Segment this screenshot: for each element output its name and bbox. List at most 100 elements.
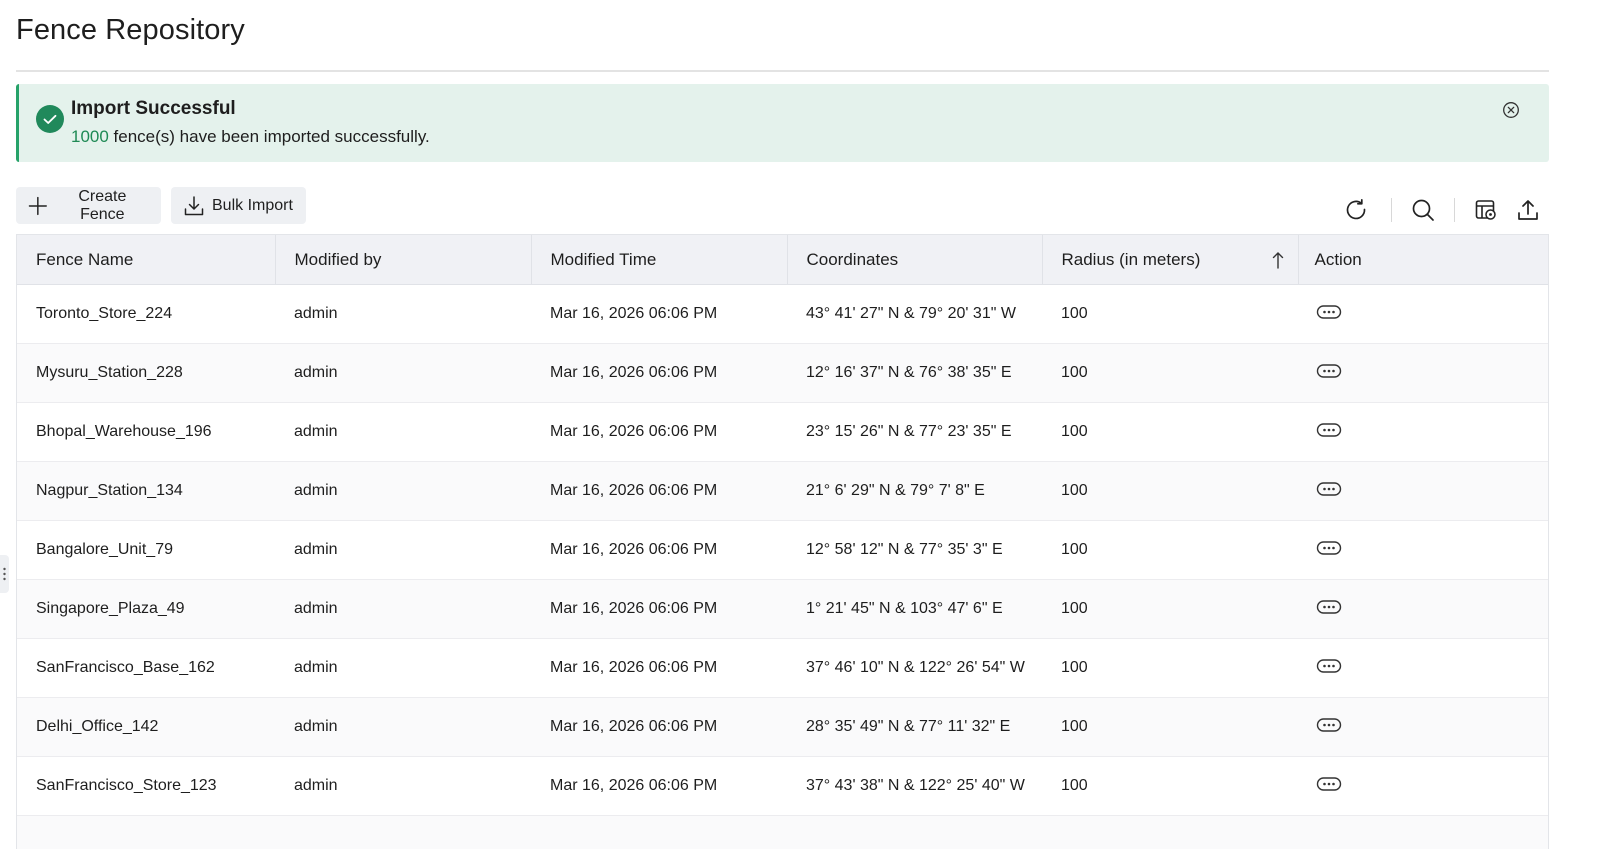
banner-message-text: fence(s) have been imported successfully…: [108, 127, 430, 146]
export-icon[interactable]: [1515, 197, 1541, 223]
action-cell: [1298, 756, 1548, 816]
fence-name-cell: Bhopal_Warehouse_196: [17, 402, 275, 462]
radius-cell: 100: [1042, 638, 1298, 698]
action-cell: [1298, 343, 1548, 403]
modified-by-cell: admin: [275, 461, 531, 521]
drag-handle-icon: [3, 567, 6, 581]
coordinates-cell: [787, 815, 1042, 849]
toolbar-divider: [1391, 198, 1392, 222]
sidebar-toggle-handle[interactable]: [0, 555, 9, 593]
table-row[interactable]: Bhopal_Warehouse_196 admin Mar 16, 2026 06…: [17, 402, 1548, 462]
modified-time-cell: Mar 16, 2026 06:06 PM: [531, 579, 787, 639]
action-cell: [1298, 284, 1548, 344]
more-options-icon[interactable]: [1316, 658, 1342, 674]
action-cell: [1298, 815, 1548, 849]
modified-time-cell: Mar 16, 2026 06:06 PM: [531, 520, 787, 580]
radius-cell: 100: [1042, 520, 1298, 580]
modified-by-cell: admin: [275, 343, 531, 403]
modified-by-cell: admin: [275, 697, 531, 757]
fence-name-cell: Mysuru_Station_228: [17, 343, 275, 403]
import-count: 1000: [71, 127, 109, 146]
radius-cell: 100: [1042, 461, 1298, 521]
bulk-import-button[interactable]: Bulk Import: [171, 187, 306, 224]
table-row[interactable]: Delhi_Office_142 admin Mar 16, 2026 06:06 …: [17, 697, 1548, 757]
table-row[interactable]: SanFrancisco_Store_123 admin Mar 16, 2026 …: [17, 756, 1548, 816]
page-title: Fence Repository: [16, 14, 245, 46]
more-options-icon[interactable]: [1316, 599, 1342, 615]
modified-by-cell: [275, 815, 531, 849]
bulk-import-label: Bulk Import: [212, 196, 293, 214]
modified-time-cell: Mar 16, 2026 06:06 PM: [531, 697, 787, 757]
search-icon[interactable]: [1410, 197, 1436, 223]
table-row[interactable]: [17, 815, 1548, 849]
fence-name-cell: [17, 815, 275, 849]
fence-name-cell: Nagpur_Station_134: [17, 461, 275, 521]
modified-by-cell: admin: [275, 284, 531, 344]
column-header-radius[interactable]: Radius (in meters): [1042, 235, 1299, 285]
coordinates-cell: 12° 16' 37" N & 76° 38' 35" E: [787, 343, 1042, 403]
radius-cell: 100: [1042, 697, 1298, 757]
modified-time-cell: [531, 815, 787, 849]
modified-time-cell: Mar 16, 2026 06:06 PM: [531, 756, 787, 816]
more-options-icon[interactable]: [1316, 717, 1342, 733]
column-header-modified-by[interactable]: Modified by: [275, 235, 532, 285]
action-cell: [1298, 402, 1548, 462]
more-options-icon[interactable]: [1316, 776, 1342, 792]
coordinates-cell: 21° 6' 29" N & 79° 7' 8" E: [787, 461, 1042, 521]
radius-cell: 100: [1042, 284, 1298, 344]
create-fence-button[interactable]: Create Fence: [16, 187, 161, 224]
table-row[interactable]: SanFrancisco_Base_162 admin Mar 16, 2026 0…: [17, 638, 1548, 698]
modified-by-cell: admin: [275, 402, 531, 462]
action-cell: [1298, 638, 1548, 698]
radius-cell: 100: [1042, 756, 1298, 816]
more-options-icon[interactable]: [1316, 481, 1342, 497]
action-cell: [1298, 520, 1548, 580]
table-row[interactable]: Mysuru_Station_228 admin Mar 16, 2026 06:0…: [17, 343, 1548, 403]
coordinates-cell: 12° 58' 12" N & 77° 35' 3" E: [787, 520, 1042, 580]
modified-time-cell: Mar 16, 2026 06:06 PM: [531, 461, 787, 521]
modified-by-cell: admin: [275, 756, 531, 816]
radius-cell: 100: [1042, 343, 1298, 403]
fence-name-cell: SanFrancisco_Base_162: [17, 638, 275, 698]
more-options-icon[interactable]: [1316, 422, 1342, 438]
title-divider: [16, 70, 1549, 72]
action-cell: [1298, 697, 1548, 757]
table-header-row: Fence Name Modified by Modified Time Coo…: [17, 235, 1548, 285]
table-row[interactable]: Nagpur_Station_134 admin Mar 16, 2026 06:0…: [17, 461, 1548, 521]
more-options-icon[interactable]: [1316, 363, 1342, 379]
fence-name-cell: Bangalore_Unit_79: [17, 520, 275, 580]
download-icon: [184, 195, 204, 215]
fence-table: Fence Name Modified by Modified Time Coo…: [16, 234, 1549, 849]
table-row[interactable]: Bangalore_Unit_79 admin Mar 16, 2026 06:06…: [17, 520, 1548, 580]
more-options-icon[interactable]: [1316, 304, 1342, 320]
action-cell: [1298, 461, 1548, 521]
coordinates-cell: 43° 41' 27" N & 79° 20' 31" W: [787, 284, 1042, 344]
create-fence-label: Create Fence: [78, 187, 127, 223]
banner-title: Import Successful: [71, 98, 236, 119]
coordinates-cell: 1° 21' 45" N & 103° 47' 6" E: [787, 579, 1042, 639]
column-header-coordinates[interactable]: Coordinates: [787, 235, 1043, 285]
sort-ascending-icon[interactable]: [1271, 251, 1285, 269]
table-settings-icon[interactable]: [1473, 197, 1499, 223]
modified-time-cell: Mar 16, 2026 06:06 PM: [531, 343, 787, 403]
coordinates-cell: 37° 43' 38" N & 122° 25' 40" W: [787, 756, 1042, 816]
column-header-modified-time[interactable]: Modified Time: [531, 235, 788, 285]
check-circle-icon: [36, 105, 64, 133]
radius-cell: 100: [1042, 579, 1298, 639]
toolbar-divider: [1454, 198, 1455, 222]
table-row[interactable]: Singapore_Plaza_49 admin Mar 16, 2026 06:0…: [17, 579, 1548, 639]
more-options-icon[interactable]: [1316, 540, 1342, 556]
refresh-icon[interactable]: [1343, 197, 1369, 223]
modified-time-cell: Mar 16, 2026 06:06 PM: [531, 284, 787, 344]
coordinates-cell: 28° 35' 49" N & 77° 11' 32" E: [787, 697, 1042, 757]
modified-by-cell: admin: [275, 638, 531, 698]
modified-time-cell: Mar 16, 2026 06:06 PM: [531, 638, 787, 698]
column-header-action: Action: [1298, 235, 1548, 285]
column-header-fence-name[interactable]: Fence Name: [17, 235, 276, 285]
plus-icon: [28, 196, 47, 215]
coordinates-cell: 23° 15' 26" N & 77° 23' 35" E: [787, 402, 1042, 462]
table-row[interactable]: Toronto_Store_224 admin Mar 16, 2026 06:06…: [17, 284, 1548, 344]
fence-name-cell: SanFrancisco_Store_123: [17, 756, 275, 816]
close-circle-icon[interactable]: [1502, 101, 1520, 119]
modified-by-cell: admin: [275, 520, 531, 580]
